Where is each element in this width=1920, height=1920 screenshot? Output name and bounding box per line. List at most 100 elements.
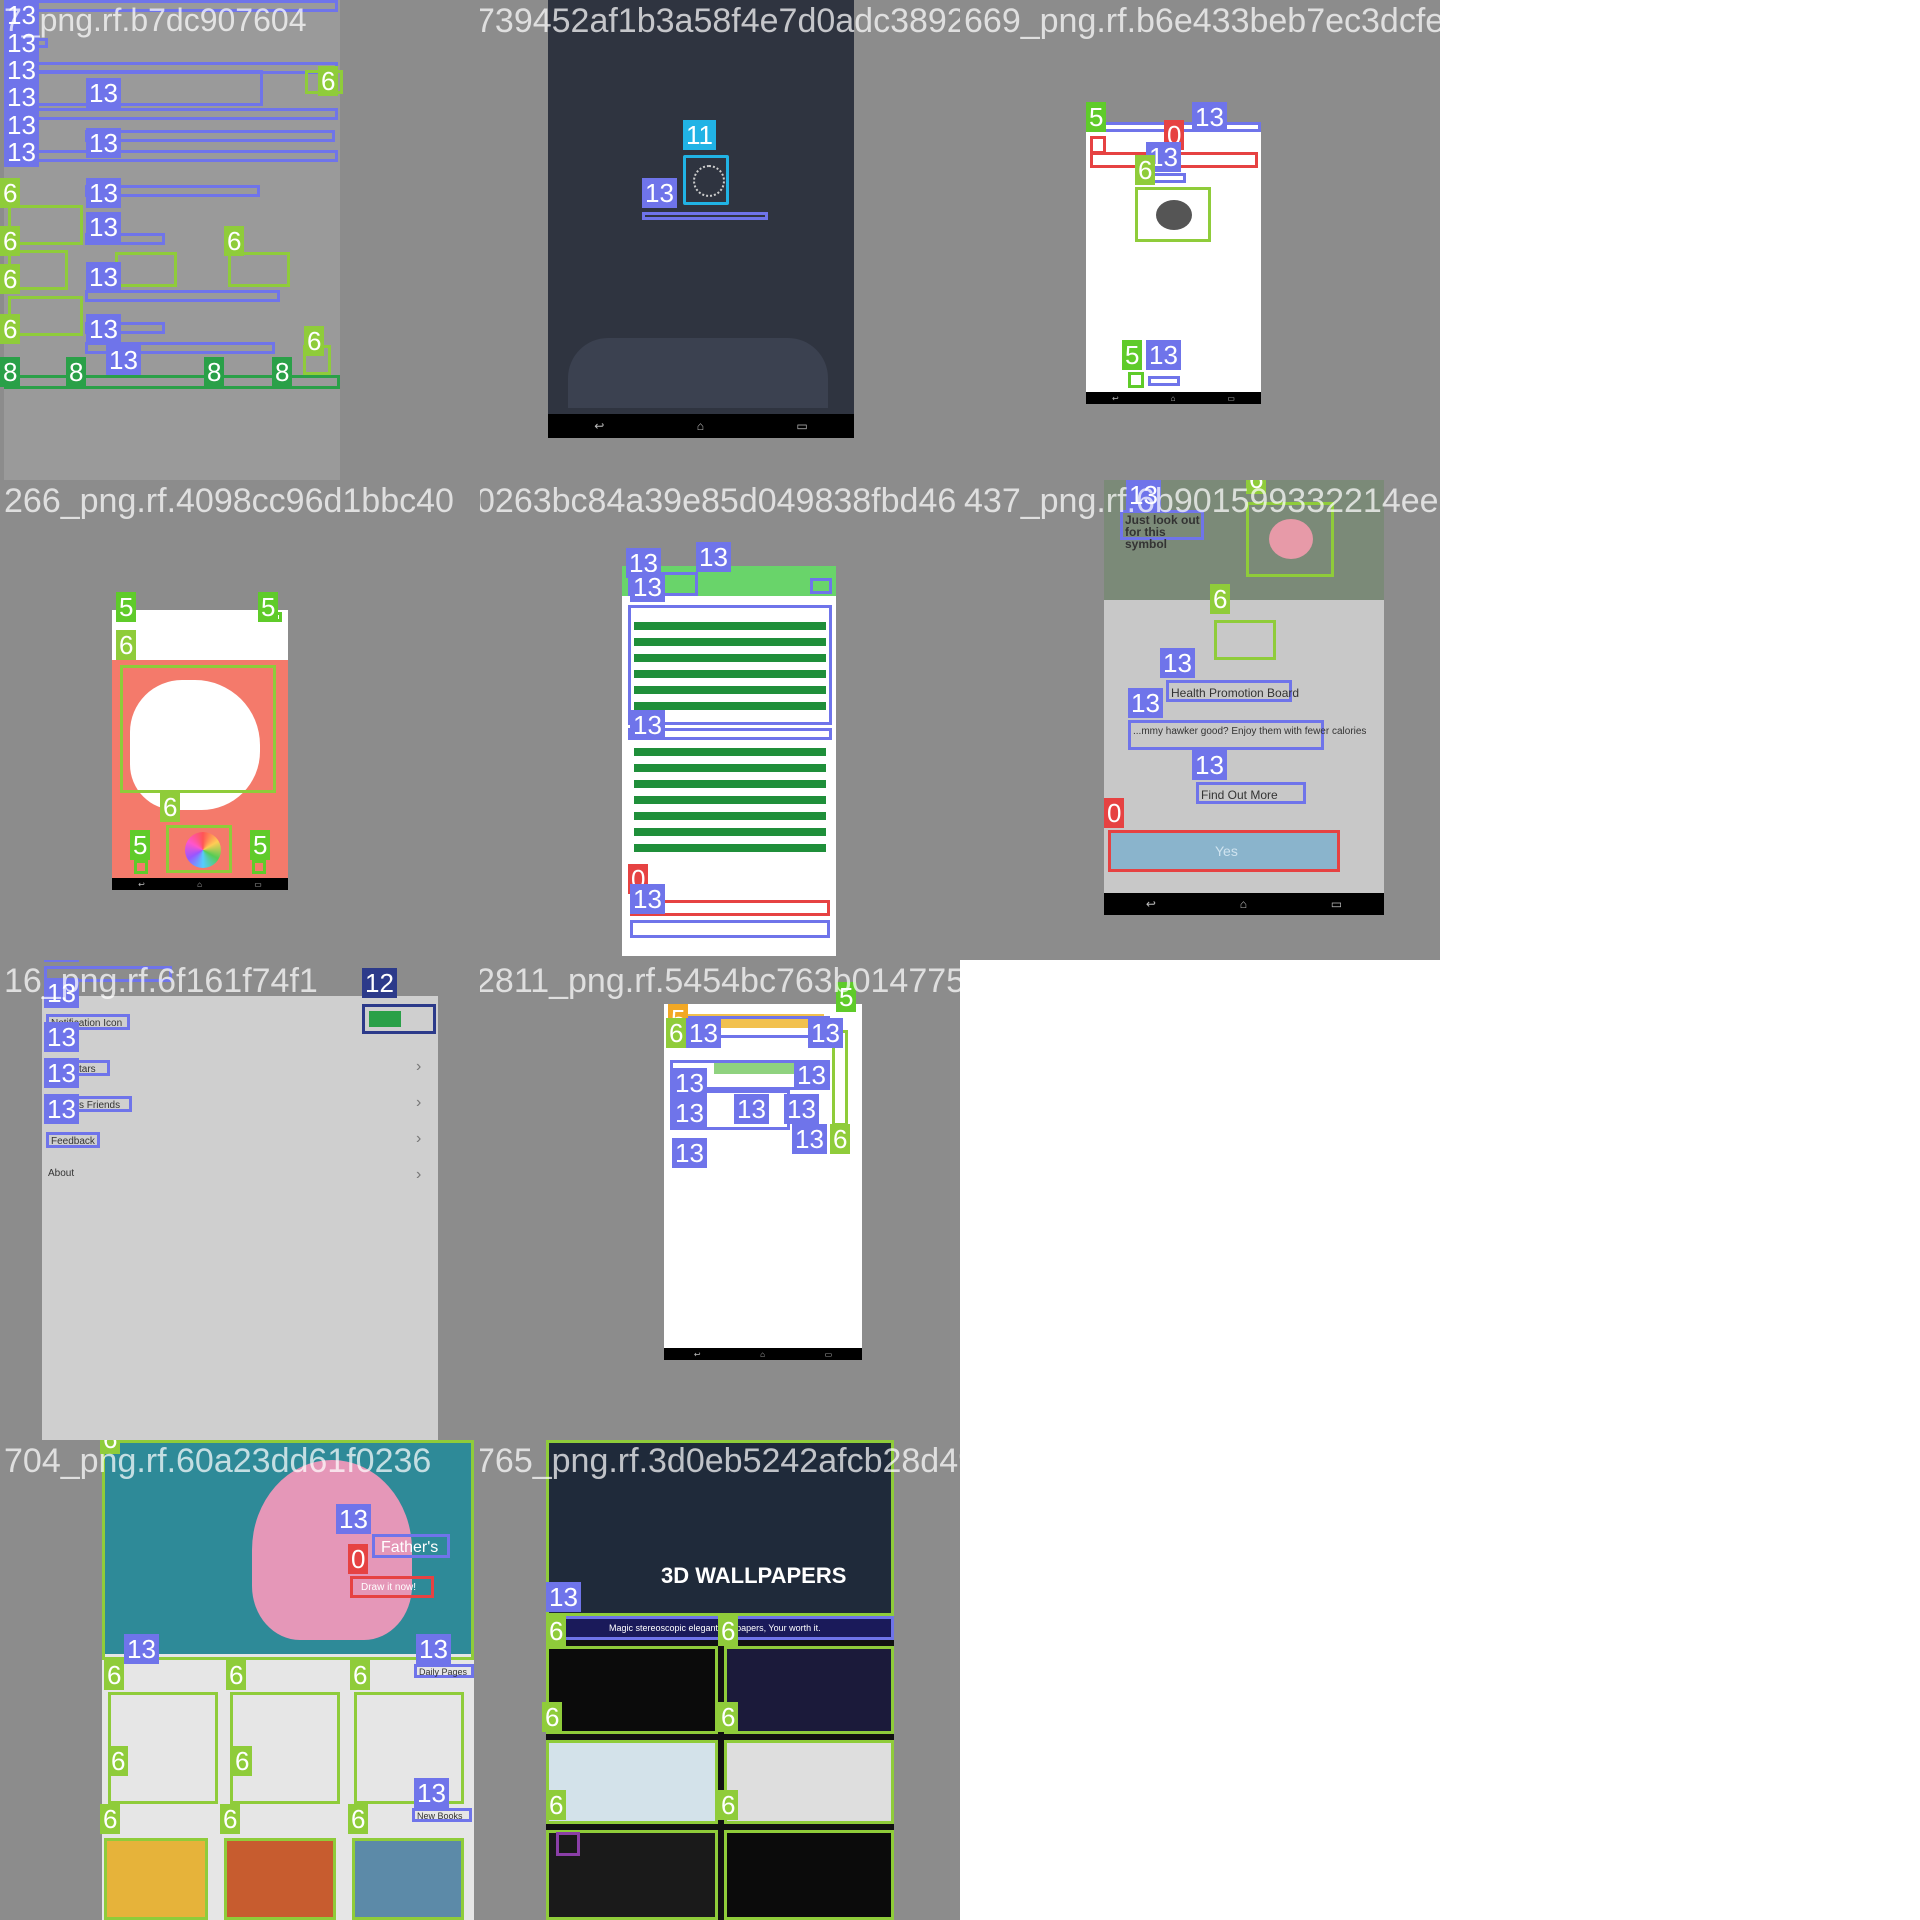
book-cover[interactable]	[104, 1838, 208, 1920]
list-item[interactable]	[632, 810, 828, 822]
label-tag: 6	[224, 226, 245, 256]
wallpaper-thumb[interactable]	[724, 1830, 894, 1920]
loading-spinner	[683, 155, 729, 205]
list-item[interactable]	[632, 794, 828, 806]
label-tag: 13	[44, 1022, 79, 1052]
label-tag: 13	[44, 1094, 79, 1124]
yes-button[interactable]: Yes	[1108, 830, 1340, 872]
label-tag: 13	[44, 960, 79, 962]
tile-3: 669_png.rf.b6e433beb7ec3dcfed6bc9a837 ↩ ⌂…	[960, 0, 1440, 480]
book-cover[interactable]	[352, 1838, 464, 1920]
label-tag: 6	[318, 66, 339, 96]
right-icon[interactable]	[252, 860, 266, 874]
tagline-text: ...mmy hawker good? Enjoy them with fewe…	[1133, 726, 1367, 737]
label-tag: 13	[4, 28, 39, 58]
home-icon[interactable]: ⌂	[697, 419, 704, 433]
back-icon[interactable]: ↩	[594, 419, 604, 433]
label-tag: 13	[124, 1634, 159, 1664]
food-photo	[1246, 502, 1334, 577]
tile-5: 0263bc84a39e85d049838fbd46 13 13 13 13 0…	[480, 480, 960, 960]
home-icon[interactable]: ⌂	[197, 880, 202, 889]
home-icon[interactable]: ⌂	[1240, 897, 1247, 911]
system-nav-bar: ↩ ⌂ ▭	[112, 878, 288, 890]
label-tag: 6	[1246, 480, 1267, 494]
label-tag: 13	[794, 1060, 829, 1090]
list-item[interactable]	[632, 778, 828, 790]
label-tag: 13	[414, 1778, 449, 1808]
list-item[interactable]	[632, 826, 828, 838]
label-tag: 13	[1146, 340, 1181, 370]
label-tag: 13	[4, 82, 39, 112]
label-tag: 8	[204, 357, 225, 387]
recents-icon[interactable]: ▭	[1331, 897, 1342, 911]
label-tag: 6	[718, 1616, 739, 1646]
book-cover[interactable]	[224, 1838, 336, 1920]
color-wheel	[185, 832, 221, 868]
wallpaper-thumb[interactable]	[724, 1740, 894, 1824]
list-item[interactable]	[632, 684, 828, 696]
label-tag: 6	[718, 1702, 739, 1732]
notification-toggle[interactable]	[362, 1004, 436, 1034]
recents-icon[interactable]: ▭	[254, 880, 262, 889]
label-tag: 6	[718, 1790, 739, 1820]
label-tag: 6	[546, 1790, 567, 1820]
list-item[interactable]	[632, 762, 828, 774]
chevron-right-icon: ›	[416, 1058, 422, 1075]
list-item[interactable]	[632, 620, 828, 632]
back-icon[interactable]: ↩	[1146, 897, 1156, 911]
wallpaper-thumb[interactable]	[546, 1740, 718, 1824]
find-out-more-link[interactable]: Find Out More	[1196, 782, 1306, 804]
label-tag: 13	[808, 1018, 843, 1048]
text-line	[8, 108, 338, 120]
draw-it-now-button[interactable]: Draw it now!	[350, 1576, 434, 1598]
system-nav-bar: ↩ ⌂ ▭	[664, 1348, 862, 1360]
color-wheel-icon[interactable]	[166, 825, 232, 873]
recents-icon[interactable]: ▭	[1227, 394, 1235, 403]
label-tag: 13	[1192, 102, 1227, 132]
home-icon[interactable]: ⌂	[760, 1350, 765, 1359]
tile-title: 0263bc84a39e85d049838fbd46	[480, 482, 957, 520]
label-tag: 6	[108, 1746, 129, 1776]
label-tag: 6	[350, 1660, 371, 1690]
image-box	[228, 252, 290, 287]
org-name-text: Health Promotion Board	[1171, 686, 1300, 700]
product-image	[1135, 187, 1211, 242]
list-item[interactable]	[632, 842, 828, 854]
menu-item-text: s Friends	[79, 1100, 121, 1111]
search-icon[interactable]	[810, 578, 832, 594]
header-bar	[8, 0, 338, 12]
wallpaper-thumb[interactable]	[546, 1646, 718, 1734]
label-tag: 13	[106, 345, 141, 375]
label-tag: 6	[0, 226, 21, 256]
label-tag: 13	[44, 1058, 79, 1088]
tile-1: 7_png.rf.b7dc907604 13 13 13 13 13 6 13 …	[0, 0, 480, 480]
recents-icon[interactable]: ▭	[825, 1350, 833, 1359]
label-tag: 13	[4, 137, 39, 167]
menu-item-about[interactable]: About	[48, 1168, 74, 1179]
wallpaper-thumb[interactable]	[724, 1646, 894, 1734]
back-icon[interactable]: ↩	[694, 1350, 701, 1359]
back-icon[interactable]: ↩	[138, 880, 145, 889]
org-name: Health Promotion Board	[1166, 680, 1299, 702]
left-icon[interactable]	[134, 860, 148, 874]
menu-item-label[interactable]: Feedback	[46, 1132, 100, 1148]
label-tag: 13	[1128, 688, 1163, 718]
label-tag: 13	[86, 178, 121, 208]
back-icon[interactable]: ↩	[1112, 394, 1119, 403]
label-tag: 6	[100, 1804, 121, 1834]
recents-icon[interactable]: ▭	[796, 419, 807, 433]
list-item[interactable]	[632, 636, 828, 648]
list-item[interactable]	[632, 746, 828, 758]
home-icon[interactable]: ⌂	[1171, 394, 1176, 403]
label-tag: 5	[1086, 102, 1107, 132]
list-item[interactable]	[632, 668, 828, 680]
label-tag: 13	[86, 78, 121, 108]
banner-title-text: Father's	[381, 1539, 439, 1556]
label-tag: 13	[642, 178, 677, 208]
small-icon[interactable]	[1128, 372, 1144, 388]
list-item[interactable]	[632, 652, 828, 664]
coloring-image[interactable]	[120, 665, 276, 793]
label-tag: 6	[1135, 155, 1156, 185]
hpb-logo	[1214, 620, 1276, 660]
purple-icon[interactable]	[556, 1832, 580, 1856]
